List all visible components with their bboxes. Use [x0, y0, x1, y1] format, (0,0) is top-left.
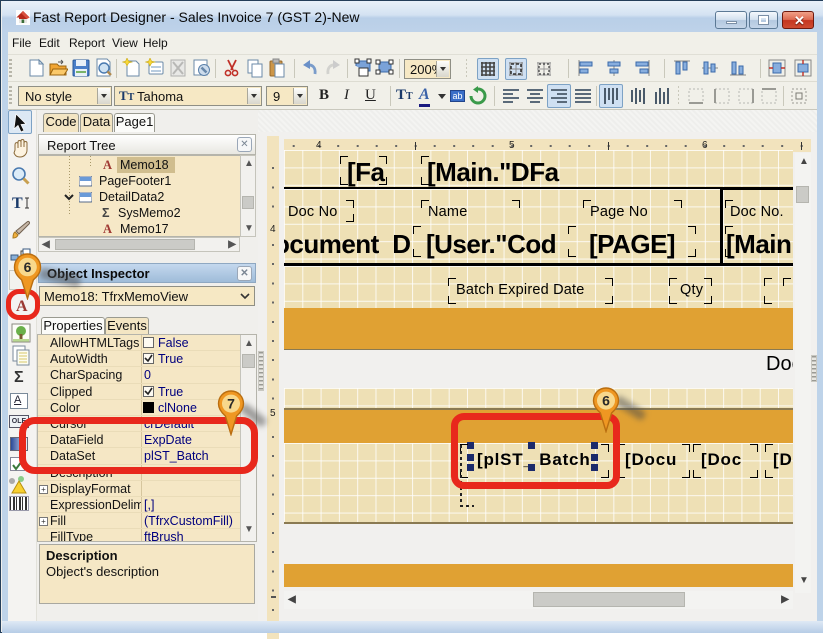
svg-text:T: T [12, 195, 23, 212]
svg-text:6: 6 [24, 259, 32, 275]
svg-text:7: 7 [227, 396, 235, 412]
svg-text:6: 6 [602, 393, 610, 409]
